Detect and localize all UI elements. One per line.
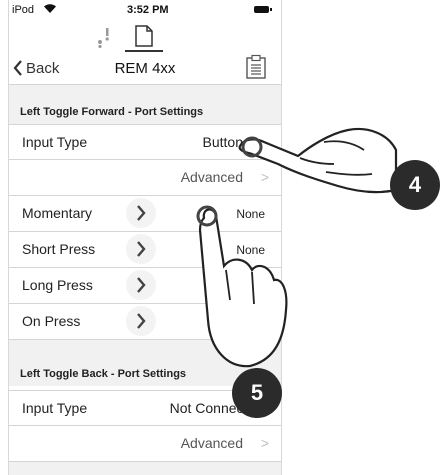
- section-spacer: [9, 84, 281, 101]
- chevron-right-icon[interactable]: [126, 234, 156, 264]
- document-tab[interactable]: [125, 24, 163, 52]
- pointing-hand-icon: [238, 127, 398, 194]
- chevron-right-icon: >: [260, 435, 269, 451]
- section-title: Left Toggle Forward - Port Settings: [20, 106, 204, 118]
- chevron-right-icon[interactable]: [126, 306, 156, 336]
- row-label: Input Type: [22, 400, 88, 416]
- clipboard-icon[interactable]: [245, 54, 267, 80]
- chevron-right-icon[interactable]: [126, 198, 156, 228]
- section-spacer: [9, 462, 281, 475]
- carrier-label: iPod: [12, 4, 35, 16]
- chevron-left-icon: [13, 60, 22, 76]
- document-icon: [135, 25, 153, 47]
- status-bar: iPod 3:52 PM: [9, 0, 281, 20]
- row-label: On Press: [22, 313, 81, 329]
- advanced-row[interactable]: Advanced >: [9, 426, 281, 462]
- section-title: Left Toggle Back - Port Settings: [20, 368, 187, 380]
- row-label: Input Type: [22, 134, 88, 150]
- chevron-right-icon[interactable]: [126, 270, 156, 300]
- row-label: Long Press: [22, 277, 93, 293]
- back-button[interactable]: Back: [13, 56, 59, 80]
- navigation-bar: Back REM 4xx: [9, 54, 281, 82]
- wifi-icon: [43, 3, 57, 17]
- input-type-value: Button: [202, 134, 243, 150]
- row-label: Short Press: [22, 241, 96, 257]
- clock-label: 3:52 PM: [127, 4, 169, 16]
- row-label: Momentary: [22, 205, 93, 221]
- callout-4-badge: 4: [390, 160, 440, 210]
- active-tab-indicator: [125, 50, 163, 52]
- wheelchair-icon[interactable]: [97, 28, 111, 49]
- battery-icon: [254, 6, 272, 13]
- advanced-label: Advanced: [180, 169, 243, 185]
- back-label: Back: [26, 59, 60, 77]
- advanced-label: Advanced: [180, 435, 243, 451]
- callout-5-badge: 5: [232, 368, 282, 418]
- mode-tab-bar: [9, 22, 281, 54]
- pointing-hand-icon: [196, 205, 288, 368]
